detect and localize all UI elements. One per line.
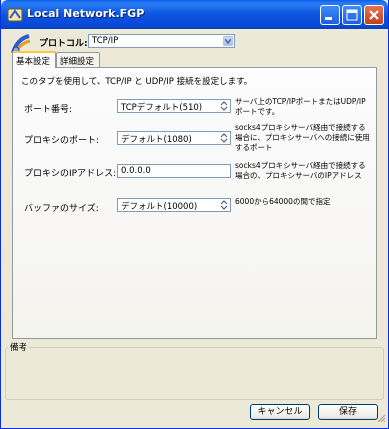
protocol-label: プロトコル:	[39, 39, 88, 49]
cancel-button[interactable]: キャンセル	[250, 404, 310, 420]
spinner-icon[interactable]	[220, 101, 229, 111]
spinner-icon[interactable]	[220, 200, 229, 210]
remarks-label: 備考	[8, 341, 30, 353]
maximize-icon	[346, 9, 358, 21]
protocol-select[interactable]: TCP/IP	[88, 34, 235, 48]
tab-panel: このタブを使用して、TCP/IP と UDP/IP 接続を設定します。 ポート番…	[12, 67, 377, 339]
port-select[interactable]: TCPデフォルト(510)	[117, 99, 231, 113]
buffer-size-value: デフォルト(10000)	[121, 202, 198, 212]
tab-basic-settings[interactable]: 基本設定	[12, 51, 56, 68]
minimize-button[interactable]	[320, 5, 340, 25]
port-value: TCPデフォルト(510)	[121, 103, 203, 113]
tab-label: 詳細設定	[60, 57, 95, 67]
resize-grip-icon[interactable]	[376, 413, 386, 426]
proxy-ip-label: プロキシのIPアドレス:	[24, 169, 117, 179]
proxy-port-select[interactable]: デフォルト(1080)	[117, 131, 231, 145]
app-window: Local Network.FGP プロトコル: TCP/IP 基本設定 詳細設…	[0, 0, 389, 429]
buffer-size-label: バッファのサイズ:	[24, 204, 99, 214]
buffer-size-note: 6000から64000の間で指定	[235, 197, 331, 206]
tab-advanced-settings[interactable]: 詳細設定	[56, 52, 100, 67]
tab-label: 基本設定	[16, 57, 51, 67]
proxy-port-value: デフォルト(1080)	[121, 135, 192, 145]
app-icon	[7, 7, 23, 23]
port-label: ポート番号:	[24, 105, 73, 115]
proxy-port-label: プロキシのポート:	[24, 136, 100, 146]
chevron-down-icon[interactable]	[223, 36, 233, 46]
buffer-size-select[interactable]: デフォルト(10000)	[117, 198, 231, 212]
spinner-icon[interactable]	[220, 133, 229, 143]
port-note: サーバ上のTCP/IPポートまたはUDP/IPポートです。	[235, 97, 366, 116]
proxy-ip-note: socks4プロキシサーバ経由で接続する場合の、プロキシサーバのIPアドレス	[235, 161, 366, 180]
panel-description: このタブを使用して、TCP/IP と UDP/IP 接続を設定します。	[21, 77, 253, 87]
save-button[interactable]: 保存	[318, 404, 378, 420]
minimize-icon	[325, 17, 332, 20]
proxy-ip-input[interactable]: 0.0.0.0	[117, 164, 231, 178]
title-bar[interactable]: Local Network.FGP	[1, 0, 388, 29]
maximize-button[interactable]	[342, 5, 362, 25]
close-button[interactable]	[364, 5, 384, 25]
window-title: Local Network.FGP	[27, 7, 145, 20]
protocol-value: TCP/IP	[92, 36, 119, 46]
remarks-group	[5, 347, 384, 400]
proxy-port-note: socks4プロキシサーバ経由で接続する場合に、プロキシサーバへの接続に使用する…	[235, 123, 370, 152]
close-icon	[369, 10, 379, 20]
proxy-ip-value: 0.0.0.0	[121, 166, 151, 176]
